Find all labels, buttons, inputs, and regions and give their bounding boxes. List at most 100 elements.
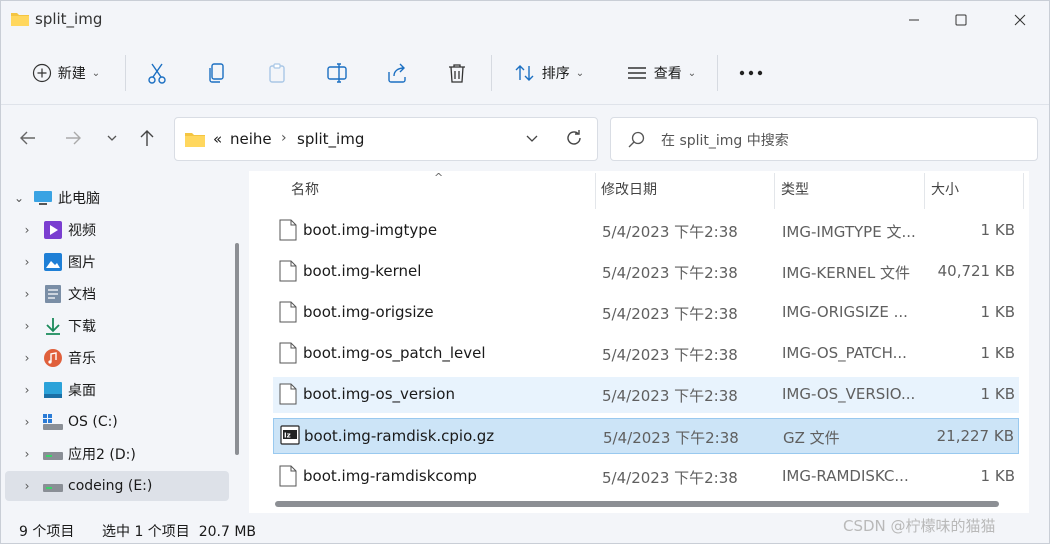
search-box[interactable]: 在 split_img 中搜索 — [610, 117, 1038, 161]
arrow-up-icon — [140, 130, 154, 146]
svg-text:Iz: Iz — [284, 432, 291, 440]
paste-button[interactable] — [259, 53, 295, 93]
desktop-icon — [43, 380, 63, 400]
file-size: 1 KB — [980, 467, 1015, 485]
recent-locations-button[interactable] — [95, 121, 129, 155]
back-button[interactable] — [11, 121, 45, 155]
chevron-right-icon[interactable]: › — [19, 479, 35, 493]
chevron-right-icon[interactable]: › — [19, 319, 35, 333]
up-button[interactable] — [130, 121, 164, 155]
more-options-button[interactable] — [733, 53, 769, 93]
file-modified: 5/4/2023 下午2:38 — [602, 469, 738, 487]
table-row[interactable]: boot.img-kernel 5/4/2023 下午2:38 IMG-KERN… — [273, 254, 1019, 290]
download-icon — [43, 316, 63, 336]
chevron-right-icon[interactable]: › — [19, 255, 35, 269]
column-divider[interactable] — [774, 173, 775, 209]
sidebar-item-desktop[interactable]: › 桌面 — [5, 375, 229, 405]
sidebar-item-videos[interactable]: › 视频 — [5, 215, 229, 245]
explorer-window: split_img 新建 ⌄ 排序 ⌄ 查看 ⌄ « neihe › split… — [0, 0, 1050, 544]
file-name: boot.img-ramdiskcomp — [303, 467, 477, 485]
chevron-right-icon[interactable]: › — [19, 223, 35, 237]
rename-icon — [327, 63, 347, 83]
sidebar-scrollbar[interactable] — [235, 243, 239, 455]
column-header-name[interactable]: 名称 — [291, 179, 319, 199]
cut-button[interactable] — [139, 53, 175, 93]
chevron-right-icon[interactable]: › — [19, 383, 35, 397]
watermark-text: CSDN @柠檬味的猫猫 — [843, 517, 996, 535]
chevron-right-icon[interactable]: › — [19, 447, 35, 461]
sidebar-item-music[interactable]: › 音乐 — [5, 343, 229, 373]
sidebar-item-drive-d[interactable]: › 应用2 (D:) — [5, 439, 229, 469]
table-row[interactable]: boot.img-ramdiskcomp 5/4/2023 下午2:38 IMG… — [273, 459, 1019, 495]
view-button[interactable]: 查看 ⌄ — [618, 53, 704, 93]
maximize-button[interactable] — [938, 1, 984, 39]
file-type: IMG-ORIGSIZE ... — [782, 303, 908, 321]
documents-icon — [43, 284, 63, 304]
plus-circle-icon — [32, 63, 51, 83]
file-modified: 5/4/2023 下午2:38 — [602, 387, 738, 405]
address-bar[interactable]: « neihe › split_img — [174, 117, 598, 161]
chevron-right-icon[interactable]: › — [19, 415, 35, 429]
file-name: boot.img-os_version — [303, 385, 455, 403]
delete-button[interactable] — [439, 53, 475, 93]
sidebar-item-pictures[interactable]: › 图片 — [5, 247, 229, 277]
table-row[interactable]: boot.img-os_version 5/4/2023 下午2:38 IMG-… — [273, 377, 1019, 413]
chevron-down-icon[interactable]: ⌄ — [11, 191, 27, 205]
file-type: IMG-OS_PATCH... — [782, 344, 907, 362]
sort-button[interactable]: 排序 ⌄ — [506, 53, 592, 93]
toolbar-divider — [491, 55, 492, 91]
close-button[interactable] — [997, 1, 1043, 39]
breadcrumb-split-img[interactable]: split_img — [297, 130, 364, 148]
file-size: 40,721 KB — [937, 262, 1015, 280]
chevron-down-icon[interactable] — [525, 133, 539, 145]
file-type: IMG-KERNEL 文件 — [782, 264, 910, 282]
column-divider[interactable] — [1023, 173, 1024, 209]
table-row[interactable]: boot.img-origsize 5/4/2023 下午2:38 IMG-OR… — [273, 295, 1019, 331]
file-icon — [279, 219, 297, 241]
chevron-down-icon — [107, 135, 117, 141]
sidebar-item-label: 应用2 (D:) — [68, 447, 136, 463]
music-icon — [43, 348, 63, 368]
breadcrumb-overflow[interactable]: « — [213, 130, 222, 148]
column-header-modified[interactable]: 修改日期 — [601, 179, 657, 199]
new-button[interactable]: 新建 ⌄ — [21, 53, 111, 93]
sidebar-item-drive-e[interactable]: › codeing (E:) — [5, 471, 229, 501]
drive-icon — [43, 444, 63, 464]
chevron-right-icon[interactable]: › — [19, 351, 35, 365]
chevron-right-icon[interactable]: › — [281, 130, 287, 146]
horizontal-scrollbar[interactable] — [275, 501, 999, 507]
column-header-size[interactable]: 大小 — [931, 179, 959, 199]
sidebar-item-documents[interactable]: › 文档 — [5, 279, 229, 309]
chevron-right-icon[interactable]: › — [19, 287, 35, 301]
forward-button[interactable] — [56, 121, 90, 155]
video-icon — [43, 220, 63, 240]
file-list: ^ 名称 修改日期 类型 大小 boot.img-imgtype 5/4/202… — [249, 171, 1029, 513]
chevron-down-icon: ⌄ — [687, 67, 697, 79]
table-row[interactable]: Iz boot.img-ramdisk.cpio.gz 5/4/2023 下午2… — [273, 418, 1019, 454]
column-divider[interactable] — [595, 173, 596, 209]
file-modified: 5/4/2023 下午2:38 — [602, 264, 738, 282]
chevron-down-icon: ⌄ — [575, 67, 585, 79]
view-label: 查看 — [653, 66, 682, 82]
arrow-right-icon — [66, 131, 81, 145]
copy-button[interactable] — [199, 53, 235, 93]
pictures-icon — [43, 252, 63, 272]
column-divider[interactable] — [924, 173, 925, 209]
column-header-type[interactable]: 类型 — [781, 179, 809, 199]
minimize-icon — [909, 19, 919, 21]
share-button[interactable] — [379, 53, 415, 93]
sidebar-item-downloads[interactable]: › 下载 — [5, 311, 229, 341]
sidebar-item-this-pc[interactable]: ⌄ 此电脑 — [5, 183, 229, 213]
rename-button[interactable] — [319, 53, 355, 93]
file-type: IMG-IMGTYPE 文... — [782, 223, 916, 241]
minimize-button[interactable] — [891, 1, 937, 39]
file-name: boot.img-ramdisk.cpio.gz — [304, 427, 495, 445]
refresh-icon[interactable] — [565, 129, 583, 147]
breadcrumb-neihe[interactable]: neihe — [230, 130, 272, 148]
sidebar-item-drive-c[interactable]: › OS (C:) — [5, 407, 229, 437]
table-row[interactable]: boot.img-imgtype 5/4/2023 下午2:38 IMG-IMG… — [273, 213, 1019, 249]
sidebar-item-label: OS (C:) — [68, 414, 118, 430]
file-modified: 5/4/2023 下午2:38 — [602, 305, 738, 323]
table-row[interactable]: boot.img-os_patch_level 5/4/2023 下午2:38 … — [273, 336, 1019, 372]
sort-ascending-icon: ^ — [434, 171, 444, 184]
